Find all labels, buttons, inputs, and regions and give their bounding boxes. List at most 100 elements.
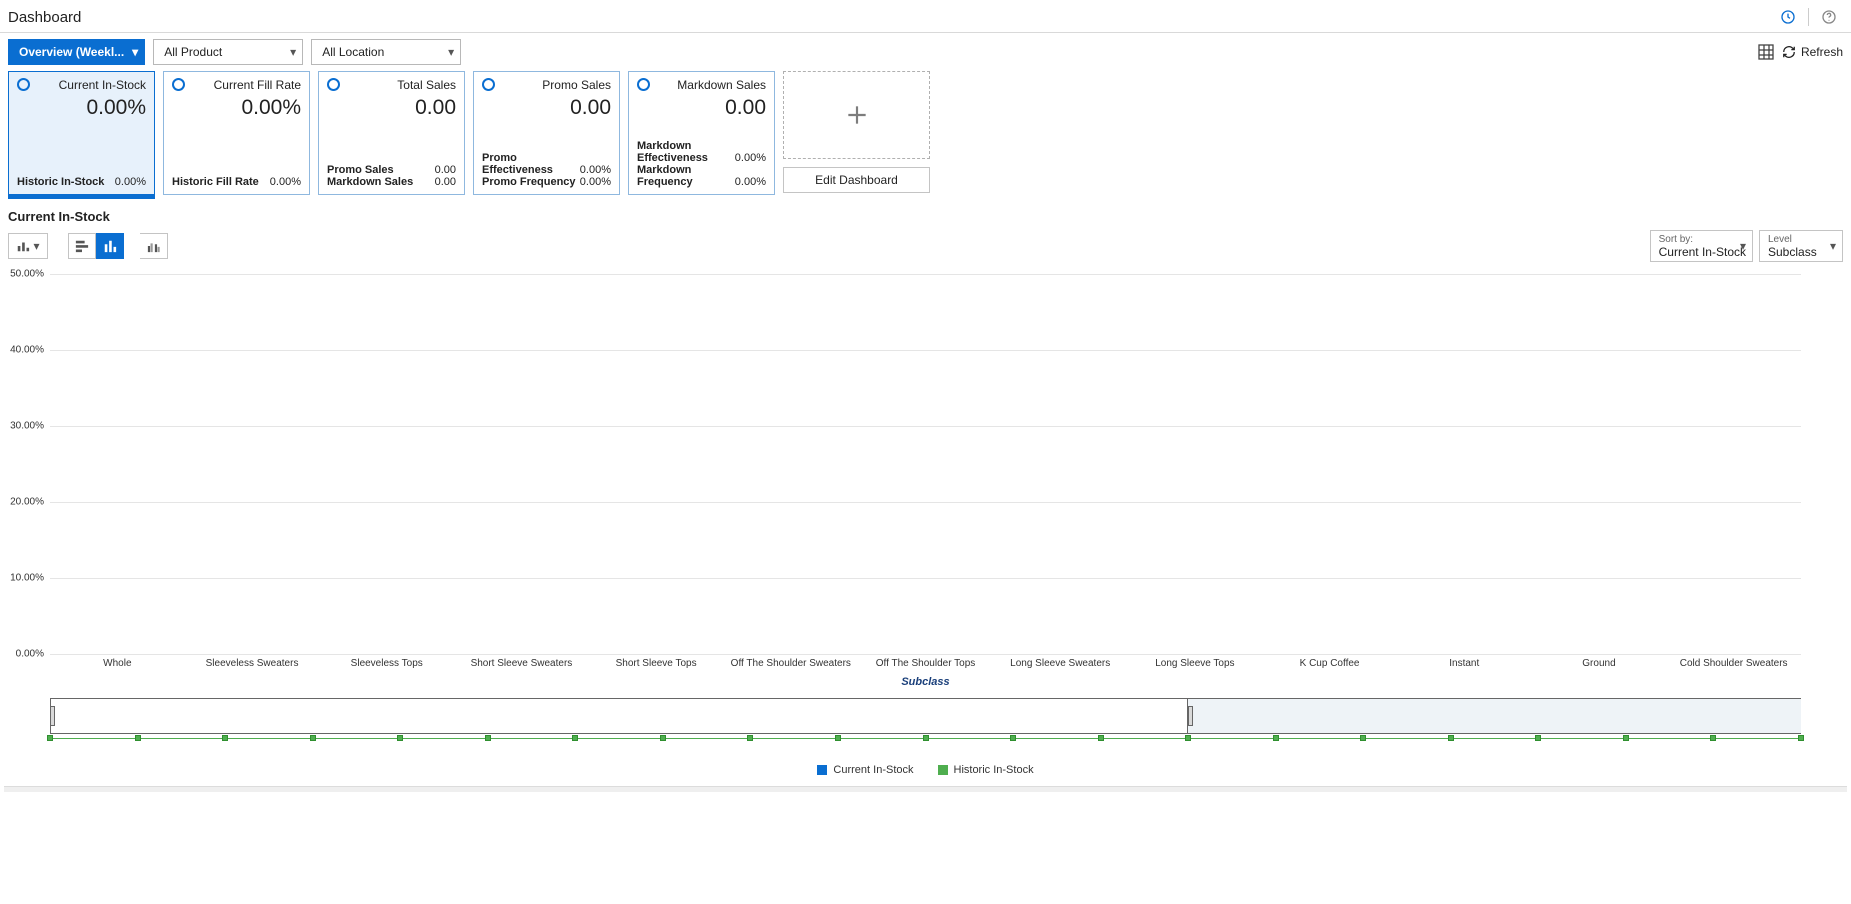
chart-y-tick: 30.00% bbox=[0, 421, 44, 432]
kpi-subrow-label: Markdown Frequency bbox=[637, 164, 731, 188]
kpi-value: 0.00% bbox=[172, 92, 301, 120]
kpi-subrow-label: Historic Fill Rate bbox=[172, 176, 259, 188]
chart-x-tick: Off The Shoulder Tops bbox=[876, 658, 976, 669]
kpi-ring-icon bbox=[482, 78, 495, 91]
chart-x-tick: Long Sleeve Tops bbox=[1155, 658, 1234, 669]
brush-tick bbox=[1010, 735, 1016, 741]
chart-y-tick: 10.00% bbox=[0, 573, 44, 584]
kpi-subrow-value: 0.00% bbox=[735, 176, 766, 188]
grouped-bar-icon bbox=[147, 239, 161, 253]
sort-by-dropdown[interactable]: Sort by: Current In-Stock ▾ bbox=[1650, 230, 1753, 262]
recent-clock-icon[interactable] bbox=[1780, 9, 1796, 25]
brush-tick bbox=[1710, 735, 1716, 741]
chart-gridline bbox=[50, 654, 1801, 655]
edit-dashboard-button[interactable]: Edit Dashboard bbox=[783, 167, 930, 193]
horizontal-scrollbar[interactable] bbox=[4, 786, 1847, 792]
chart-gridline bbox=[50, 426, 1801, 427]
brush-tick bbox=[1623, 735, 1629, 741]
brush-tick bbox=[47, 735, 53, 741]
kpi-subrow-value: 0.00% bbox=[580, 176, 611, 188]
plus-icon bbox=[844, 102, 870, 128]
brush-tick bbox=[310, 735, 316, 741]
view-dropdown[interactable]: Overview (Weekl... ▾ bbox=[8, 39, 145, 65]
chart-y-tick: 0.00% bbox=[0, 649, 44, 660]
sort-by-value: Current In-Stock bbox=[1659, 245, 1746, 259]
chart-x-tick: Long Sleeve Sweaters bbox=[1010, 658, 1110, 669]
brush-tick bbox=[1798, 735, 1804, 741]
chart-x-tick: Sleeveless Sweaters bbox=[206, 658, 299, 669]
kpi-tile[interactable]: Current Fill Rate0.00%Historic Fill Rate… bbox=[163, 71, 310, 195]
chart-x-tick: Instant bbox=[1449, 658, 1479, 669]
chart-type-dropdown[interactable]: ▾ bbox=[8, 233, 48, 259]
level-label: Level bbox=[1768, 234, 1836, 245]
refresh-label: Refresh bbox=[1801, 45, 1843, 59]
brush-tick bbox=[1098, 735, 1104, 741]
chart-y-tick: 50.00% bbox=[0, 269, 44, 280]
brush-handle-right[interactable] bbox=[1188, 706, 1193, 726]
chart-x-tick: Off The Shoulder Sweaters bbox=[731, 658, 851, 669]
product-filter-label: All Product bbox=[164, 45, 222, 59]
chart-x-axis-title: Subclass bbox=[0, 676, 1851, 688]
chart-y-tick: 40.00% bbox=[0, 345, 44, 356]
grouped-bar-button[interactable] bbox=[140, 233, 168, 259]
chart-x-tick: Short Sleeve Sweaters bbox=[471, 658, 573, 669]
chart-brush[interactable] bbox=[50, 698, 1801, 758]
brush-tick bbox=[1185, 735, 1191, 741]
brush-tick bbox=[572, 735, 578, 741]
brush-tick bbox=[222, 735, 228, 741]
brush-tick bbox=[1273, 735, 1279, 741]
kpi-subrow-value: 0.00 bbox=[435, 176, 456, 188]
kpi-tile[interactable]: Current In-Stock0.00%Historic In-Stock0.… bbox=[8, 71, 155, 195]
add-tile-button[interactable] bbox=[783, 71, 930, 159]
brush-tick bbox=[1360, 735, 1366, 741]
refresh-icon bbox=[1782, 45, 1796, 59]
page-header: Dashboard bbox=[0, 0, 1851, 33]
kpi-subrow-value: 0.00% bbox=[580, 164, 611, 176]
chart-toolbar: ▾ Sort by: Current In-Stock ▾ Level Subc… bbox=[0, 230, 1851, 266]
brush-tick bbox=[660, 735, 666, 741]
kpi-ring-icon bbox=[637, 78, 650, 91]
location-filter-dropdown[interactable]: All Location ▾ bbox=[311, 39, 461, 65]
kpi-value: 0.00 bbox=[637, 92, 766, 120]
product-filter-dropdown[interactable]: All Product ▾ bbox=[153, 39, 303, 65]
legend-swatch bbox=[817, 765, 827, 775]
vertical-bar-button[interactable] bbox=[96, 233, 124, 259]
kpi-tiles-row: Current In-Stock0.00%Historic In-Stock0.… bbox=[0, 71, 1851, 195]
brush-tick bbox=[135, 735, 141, 741]
kpi-value: 0.00% bbox=[17, 92, 146, 120]
level-dropdown[interactable]: Level Subclass ▾ bbox=[1759, 230, 1843, 262]
kpi-title: Current Fill Rate bbox=[214, 78, 301, 92]
kpi-subrow-value: 0.00% bbox=[270, 176, 301, 188]
brush-tick bbox=[1448, 735, 1454, 741]
kpi-subrow-value: 0.00% bbox=[735, 152, 766, 164]
brush-selection[interactable] bbox=[50, 698, 1188, 734]
chart-section-title: Current In-Stock bbox=[0, 195, 1851, 230]
chart-gridline bbox=[50, 578, 1801, 579]
chevron-down-icon: ▾ bbox=[132, 45, 138, 59]
chart-x-tick: Ground bbox=[1582, 658, 1615, 669]
grid-view-icon[interactable] bbox=[1758, 44, 1774, 60]
horizontal-bar-icon bbox=[75, 239, 89, 253]
legend-item: Historic In-Stock bbox=[938, 764, 1034, 776]
horizontal-bar-button[interactable] bbox=[68, 233, 96, 259]
kpi-title: Promo Sales bbox=[542, 78, 611, 92]
refresh-button[interactable]: Refresh bbox=[1782, 45, 1843, 59]
kpi-value: 0.00 bbox=[327, 92, 456, 120]
help-icon[interactable] bbox=[1821, 9, 1837, 25]
kpi-ring-icon bbox=[172, 78, 185, 91]
kpi-subrow-label: Markdown Sales bbox=[327, 176, 413, 188]
vertical-bar-icon bbox=[103, 239, 117, 253]
brush-tick bbox=[1535, 735, 1541, 741]
kpi-tile[interactable]: Markdown Sales0.00Markdown Effectiveness… bbox=[628, 71, 775, 195]
brush-handle-left[interactable] bbox=[50, 706, 55, 726]
kpi-subrow-label: Historic In-Stock bbox=[17, 176, 104, 188]
kpi-subrow-label: Promo Frequency bbox=[482, 176, 576, 188]
legend-label: Current In-Stock bbox=[833, 764, 913, 776]
chart-x-tick: Cold Shoulder Sweaters bbox=[1680, 658, 1788, 669]
kpi-tile[interactable]: Total Sales0.00Promo Sales0.00Markdown S… bbox=[318, 71, 465, 195]
chart-x-tick: Short Sleeve Tops bbox=[616, 658, 697, 669]
view-dropdown-label: Overview (Weekl... bbox=[19, 45, 124, 59]
chart-x-tick: Whole bbox=[103, 658, 131, 669]
kpi-title: Markdown Sales bbox=[677, 78, 766, 92]
kpi-tile[interactable]: Promo Sales0.00Promo Effectiveness0.00%P… bbox=[473, 71, 620, 195]
